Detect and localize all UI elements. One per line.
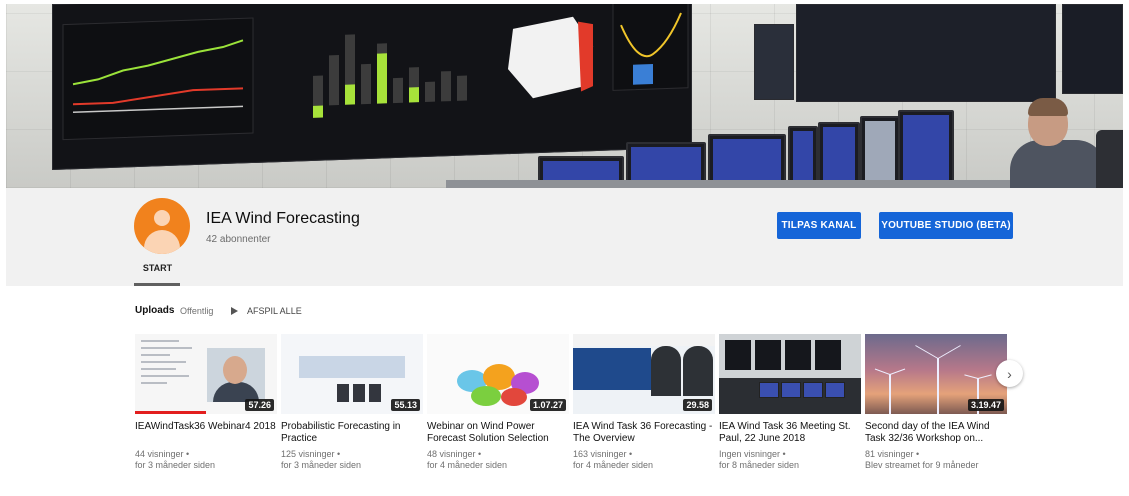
video-age: for 4 måneder siden [427, 460, 508, 470]
active-tab-indicator [134, 283, 180, 286]
play-icon[interactable] [231, 307, 238, 315]
video-card[interactable]: 3.19.47 Second day of the IEA Wind Task … [865, 334, 1007, 471]
video-card[interactable]: IEA Wind Task 36 Meeting St. Paul, 22 Ju… [719, 334, 861, 471]
video-card[interactable]: 29.58 IEA Wind Task 36 Forecasting - The… [573, 334, 715, 471]
chevron-right-icon: › [1007, 365, 1012, 382]
video-views: 125 visninger • [281, 449, 341, 459]
video-thumbnail[interactable]: 3.19.47 [865, 334, 1007, 414]
video-thumbnail[interactable]: 29.58 [573, 334, 715, 414]
uploads-heading[interactable]: Uploads [135, 305, 174, 316]
banner-person [1006, 98, 1106, 188]
video-age: for 3 måneder siden [135, 460, 216, 470]
video-thumbnail[interactable]: 1.07.27 [427, 334, 569, 414]
video-views: 48 visninger • [427, 449, 482, 459]
video-title[interactable]: Second day of the IEA Wind Task 32/36 Wo… [865, 421, 1007, 445]
video-thumbnail[interactable]: 55.13 [281, 334, 423, 414]
video-duration: 1.07.27 [529, 399, 566, 411]
video-card[interactable]: 1.07.27 Webinar on Wind Power Forecast S… [427, 334, 569, 471]
video-duration: 3.19.47 [967, 399, 1004, 411]
channel-avatar[interactable] [134, 198, 190, 254]
subscriber-count: 42 abonnenter [206, 234, 271, 245]
video-title[interactable]: IEAWindTask36 Webinar4 2018 [135, 421, 277, 445]
channel-header: IEA Wind Forecasting 42 abonnenter TILPA… [6, 188, 1123, 286]
video-duration: 55.13 [391, 399, 420, 411]
channel-title: IEA Wind Forecasting [206, 210, 360, 227]
video-title[interactable]: IEA Wind Task 36 Meeting St. Paul, 22 Ju… [719, 421, 861, 445]
video-views: 163 visninger • [573, 449, 633, 459]
channel-banner [6, 4, 1123, 188]
video-duration: 29.58 [683, 399, 712, 411]
video-age: for 4 måneder siden [573, 460, 654, 470]
uploads-visibility: Offentlig [180, 306, 214, 316]
video-title[interactable]: IEA Wind Task 36 Forecasting - The Overv… [573, 421, 715, 445]
video-age: Blev streamet for 9 måneder [865, 460, 979, 470]
video-card[interactable]: 55.13 Probabilistic Forecasting in Pract… [281, 334, 423, 471]
video-views: 81 visninger • [865, 449, 920, 459]
next-arrow-button[interactable]: › [996, 360, 1023, 387]
video-views: Ingen visninger • [719, 449, 786, 459]
video-age: for 8 måneder siden [719, 460, 800, 470]
video-views: 44 visninger • [135, 449, 190, 459]
video-title[interactable]: Probabilistic Forecasting in Practice [281, 421, 423, 445]
video-card[interactable]: 57.26 IEAWindTask36 Webinar4 2018 44 vis… [135, 334, 277, 471]
play-all-link[interactable]: AFSPIL ALLE [247, 306, 302, 316]
video-title[interactable]: Webinar on Wind Power Forecast Solution … [427, 421, 569, 445]
tab-start[interactable]: START [135, 263, 180, 273]
banner-screen-graphics [62, 4, 689, 141]
watch-progress-bar [135, 411, 206, 414]
video-duration: 57.26 [245, 399, 274, 411]
customize-channel-button[interactable]: TILPAS KANAL [777, 212, 861, 239]
video-thumbnail[interactable]: 57.26 [135, 334, 277, 414]
video-thumbnail[interactable] [719, 334, 861, 414]
youtube-studio-button[interactable]: YOUTUBE STUDIO (BETA) [879, 212, 1013, 239]
video-age: for 3 måneder siden [281, 460, 362, 470]
banner-control-screen [52, 4, 692, 170]
